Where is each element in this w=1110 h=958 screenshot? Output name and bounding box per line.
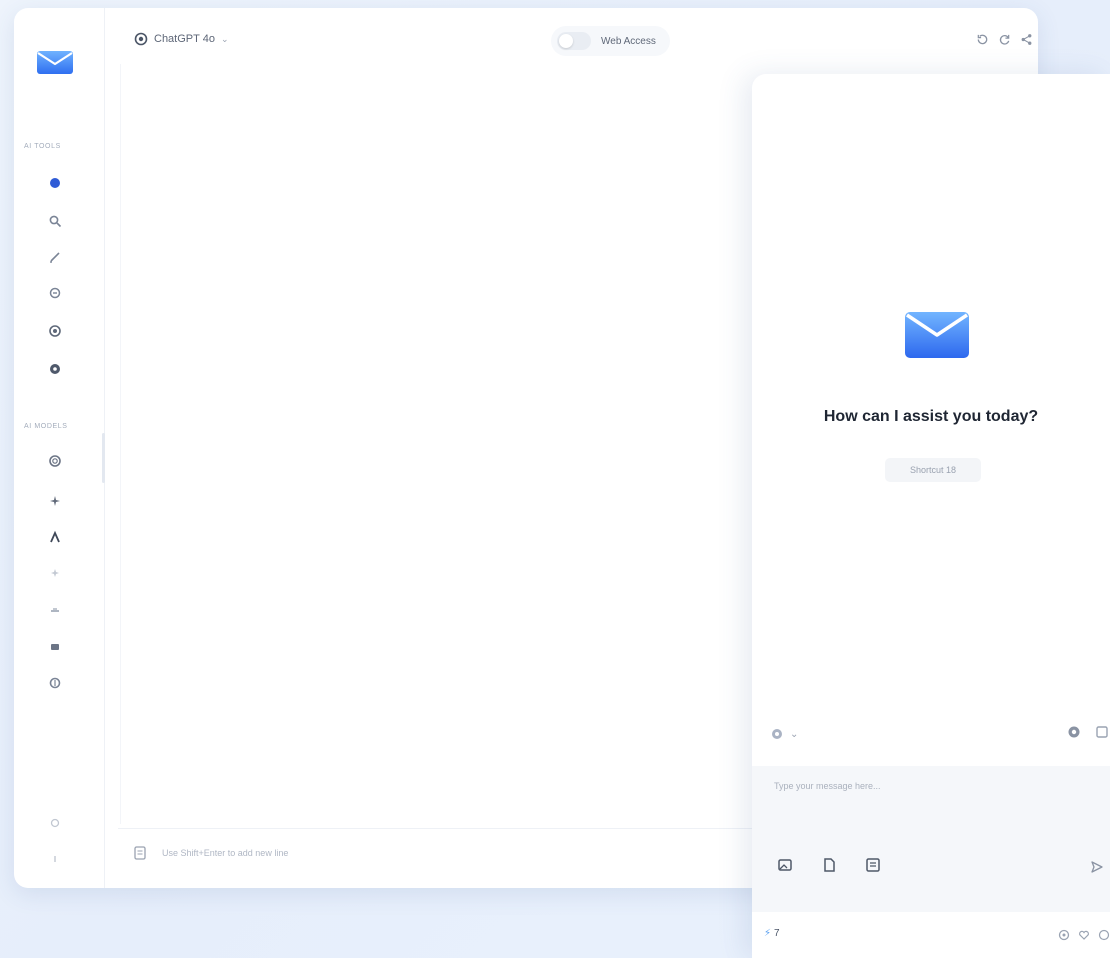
- credits-counter: ⚡ 7: [764, 928, 780, 939]
- translate-tool-icon[interactable]: [46, 284, 64, 302]
- attachment-tools: [776, 856, 882, 874]
- gemini-model-icon[interactable]: [46, 564, 64, 582]
- top-actions: [975, 32, 1033, 46]
- image-upload-icon[interactable]: [776, 856, 794, 874]
- section-ai-tools: AI TOOLS: [24, 143, 61, 150]
- web-access-toggle[interactable]: Web Access: [551, 26, 670, 56]
- settings-icon[interactable]: [1066, 724, 1082, 745]
- credits-value: 7: [774, 928, 780, 939]
- llama-model-icon[interactable]: [46, 638, 64, 656]
- chevron-down-icon: ⌄: [220, 33, 229, 44]
- heart-icon[interactable]: [1078, 928, 1090, 946]
- assistant-toolbar: ⌄: [766, 722, 1110, 746]
- rail-resize-handle[interactable]: [102, 433, 105, 483]
- chevron-down-icon: ⌄: [790, 728, 799, 740]
- message-area: [752, 766, 1110, 912]
- bolt-icon: ⚡: [764, 928, 772, 939]
- toggle-switch[interactable]: [557, 32, 591, 50]
- main-input-hint[interactable]: Use Shift+Enter to add new line: [162, 848, 288, 858]
- history-icon[interactable]: [975, 32, 989, 46]
- settings-icon[interactable]: [1058, 928, 1070, 946]
- account-icon[interactable]: [46, 850, 64, 868]
- image-tool-icon[interactable]: [46, 322, 64, 340]
- perplexity-model-icon[interactable]: [46, 674, 64, 692]
- mistral-model-icon[interactable]: [46, 602, 64, 620]
- shortcut-pill[interactable]: Shortcut 18: [885, 458, 981, 482]
- settings-tool-icon[interactable]: [46, 360, 64, 378]
- refresh-icon[interactable]: [997, 32, 1011, 46]
- assistant-logo: [905, 312, 969, 358]
- screenshot-icon[interactable]: [864, 856, 882, 874]
- app-logo[interactable]: [36, 48, 74, 76]
- document-icon[interactable]: [132, 845, 148, 861]
- assistant-footer: ⚡ 7: [752, 920, 1110, 950]
- assistant-panel: How can I assist you today? Shortcut 18 …: [752, 74, 1110, 958]
- top-bar: ChatGPT 4o ⌄ Web Access: [118, 22, 1033, 58]
- message-input[interactable]: [772, 780, 1096, 792]
- search-tool-icon[interactable]: [46, 212, 64, 230]
- assistant-model-select[interactable]: ⌄: [766, 722, 830, 746]
- left-rail: AI TOOLS AI MODELS: [14, 8, 105, 888]
- openai-icon: [134, 32, 148, 46]
- model-selector[interactable]: ChatGPT 4o ⌄: [126, 26, 239, 52]
- section-ai-models: AI MODELS: [24, 423, 68, 430]
- sparkle-model-icon[interactable]: [46, 492, 64, 510]
- expand-icon[interactable]: [1094, 724, 1110, 745]
- chat-tool-icon[interactable]: [46, 174, 64, 192]
- file-upload-icon[interactable]: [820, 856, 838, 874]
- write-tool-icon[interactable]: [46, 248, 64, 266]
- openai-model-icon[interactable]: [46, 452, 64, 470]
- app-root: AI TOOLS AI MODELS ChatGPT 4o ⌄ Web Acce…: [0, 0, 1110, 958]
- model-name: ChatGPT 4o: [154, 33, 215, 45]
- more-icon[interactable]: [1098, 928, 1110, 946]
- web-access-label: Web Access: [601, 35, 656, 47]
- share-icon[interactable]: [1019, 32, 1033, 46]
- openai-icon: [772, 729, 782, 739]
- help-icon[interactable]: [46, 814, 64, 832]
- claude-model-icon[interactable]: [46, 528, 64, 546]
- send-icon[interactable]: [1088, 858, 1106, 876]
- assistant-greeting: How can I assist you today?: [823, 408, 1039, 425]
